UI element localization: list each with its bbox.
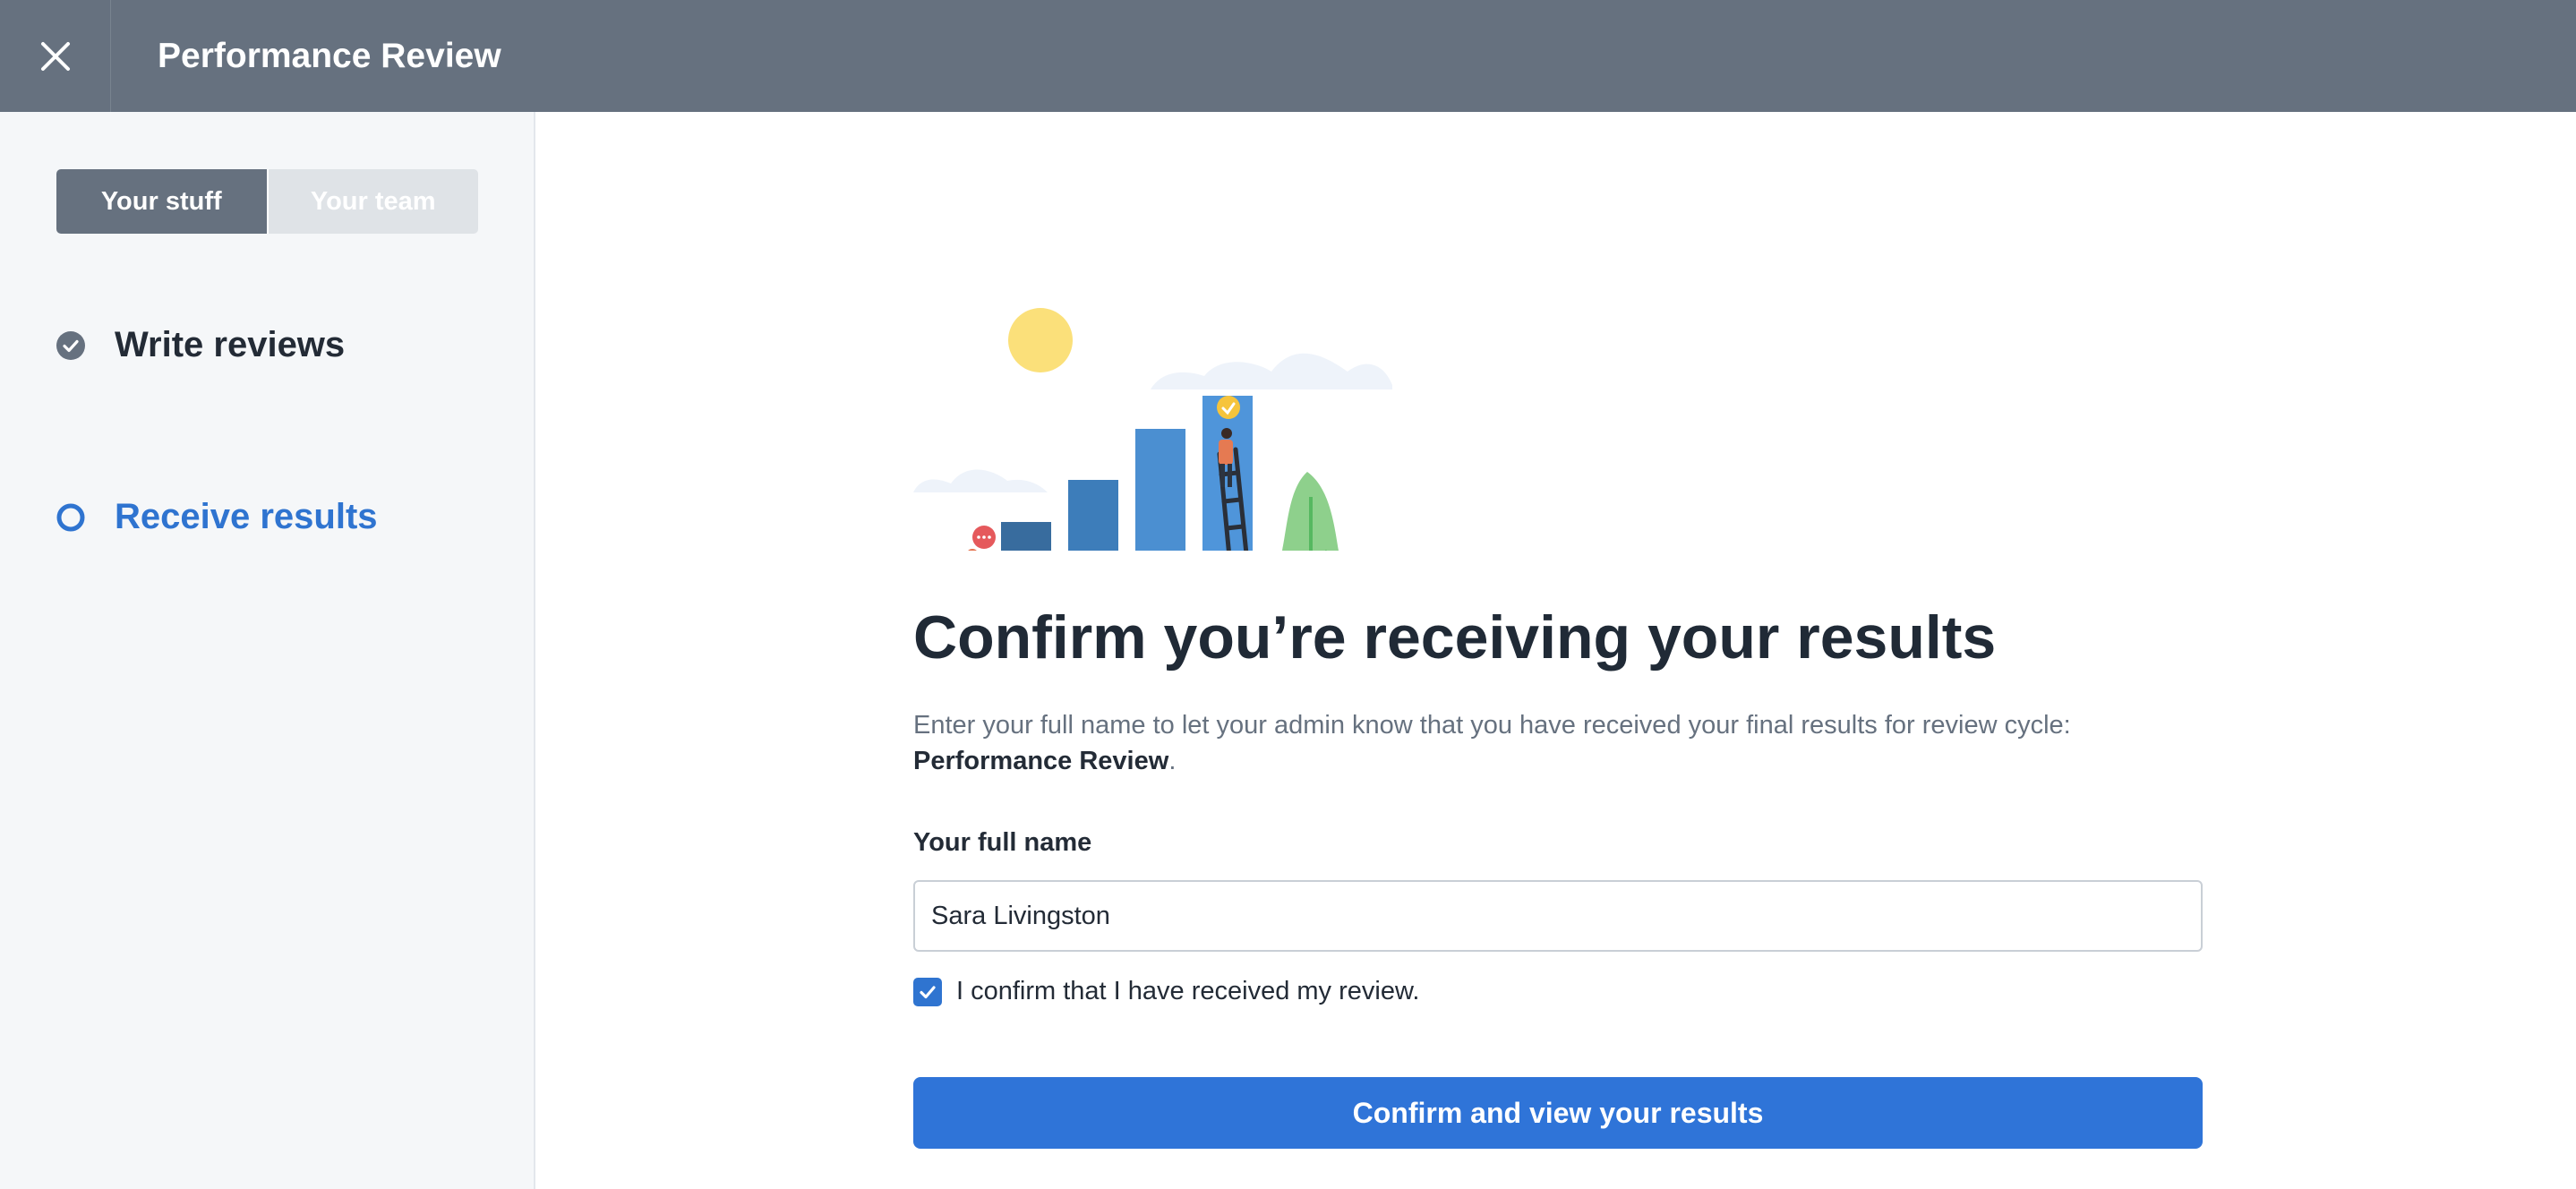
ring-icon: [56, 502, 86, 533]
checkmark-icon: [920, 985, 936, 998]
tree-shape: [1282, 472, 1339, 551]
sidebar: Your stuff Your team Write reviews Recei…: [0, 112, 535, 1189]
step-label: Write reviews: [115, 325, 346, 364]
cheering-figure: [968, 526, 996, 551]
sidebar-item-receive-results[interactable]: Receive results: [56, 497, 378, 537]
sun-shape: [1008, 308, 1073, 372]
tab-your-stuff[interactable]: Your stuff: [56, 169, 269, 234]
description-text: Enter your full name to let your admin k…: [913, 711, 2071, 740]
bar-shape: [1068, 480, 1118, 551]
close-icon: [40, 41, 70, 71]
review-cycle-name: Performance Review: [913, 747, 1169, 775]
cloud-shape: [913, 469, 1048, 492]
tab-your-team[interactable]: Your team: [268, 169, 478, 234]
description: Enter your full name to let your admin k…: [913, 707, 2203, 779]
page-heading: Confirm you’re receiving your results: [913, 603, 1997, 671]
top-bar: Performance Review: [0, 0, 2576, 112]
description-end: .: [1168, 747, 1177, 775]
step-label: Receive results: [115, 497, 378, 536]
view-toggle: Your stuff Your team: [56, 169, 478, 234]
cloud-shape: [1151, 353, 1392, 389]
check-circle-icon: [56, 330, 86, 361]
sidebar-item-write-reviews[interactable]: Write reviews: [56, 325, 345, 365]
page-title: Performance Review: [158, 36, 501, 75]
full-name-input[interactable]: [913, 880, 2203, 952]
confirm-checkbox[interactable]: [913, 977, 942, 1006]
confirm-row: I confirm that I have received my review…: [913, 977, 1419, 1006]
confirm-view-results-button[interactable]: Confirm and view your results: [913, 1077, 2203, 1149]
results-illustration: [913, 308, 1392, 551]
close-button[interactable]: [0, 0, 111, 112]
bar-shape: [1001, 522, 1051, 551]
bar-shape: [1135, 429, 1185, 551]
full-name-label: Your full name: [913, 828, 1092, 857]
confirm-label[interactable]: I confirm that I have received my review…: [956, 977, 1419, 1006]
